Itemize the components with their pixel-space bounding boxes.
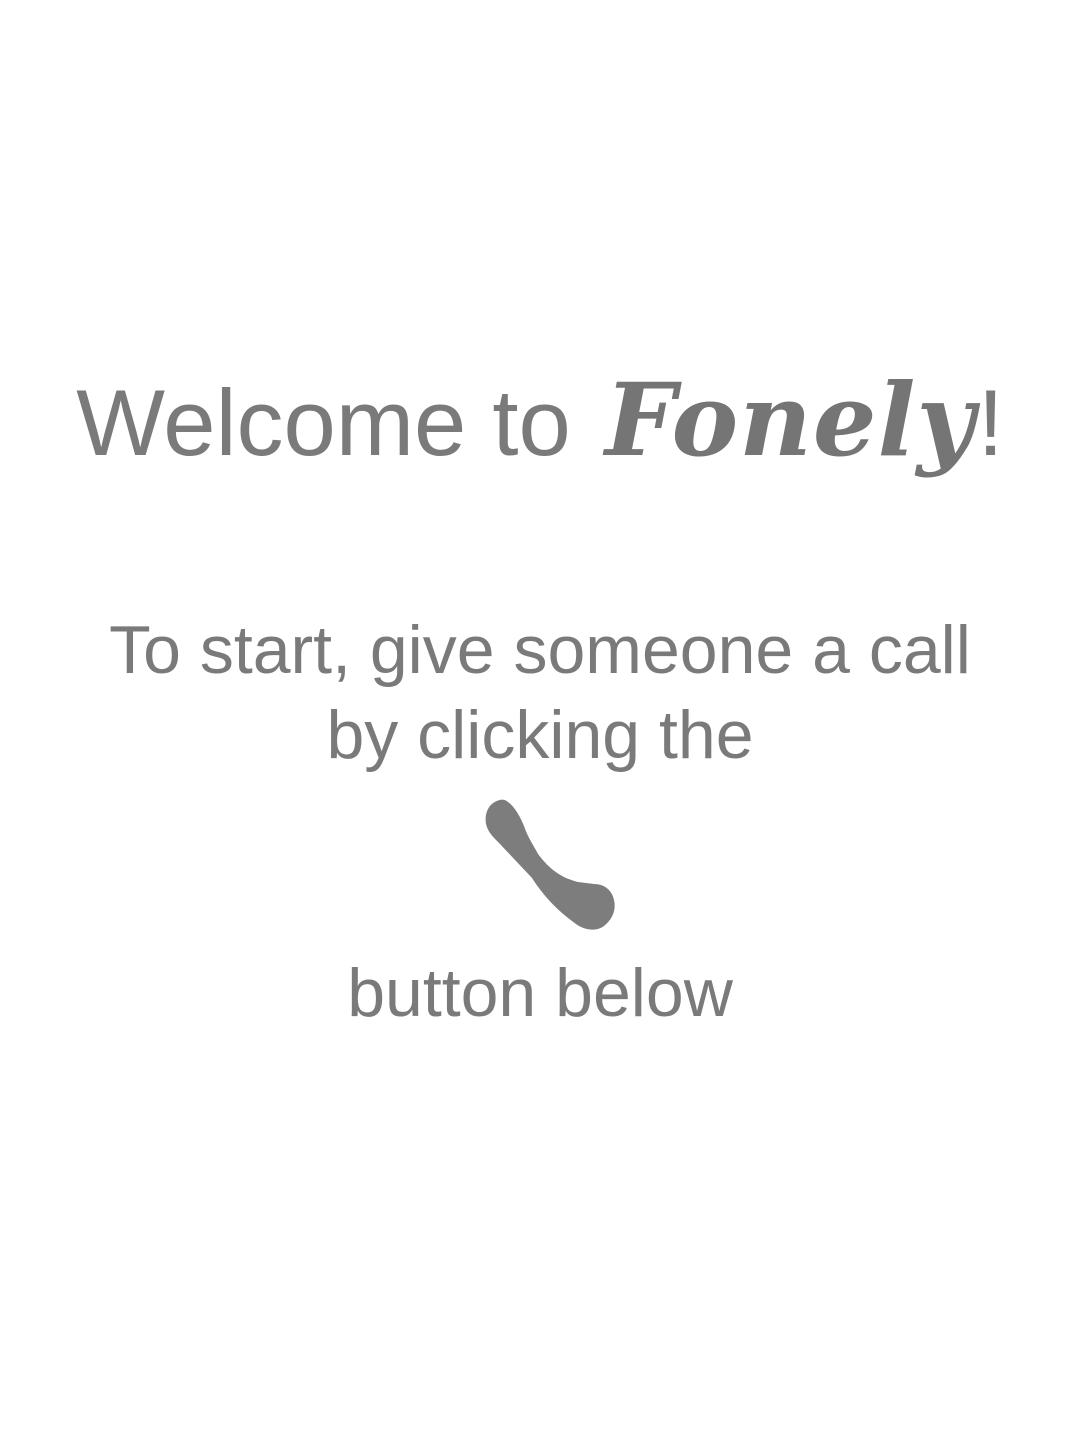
brand-logo-text: Fonely <box>604 361 976 479</box>
instruction-line-3: button below <box>347 955 733 1031</box>
welcome-heading: Welcome to Fonely! <box>0 355 1080 488</box>
welcome-suffix: ! <box>977 370 1004 475</box>
empty-state-screen: Welcome to Fonely! To start, give someon… <box>0 0 1080 1440</box>
phone-handset-icon <box>485 799 615 930</box>
instruction-line-2: by clicking the <box>326 697 754 773</box>
welcome-prefix: Welcome to <box>76 370 597 475</box>
instruction-line-1: To start, give someone a call <box>109 612 971 688</box>
